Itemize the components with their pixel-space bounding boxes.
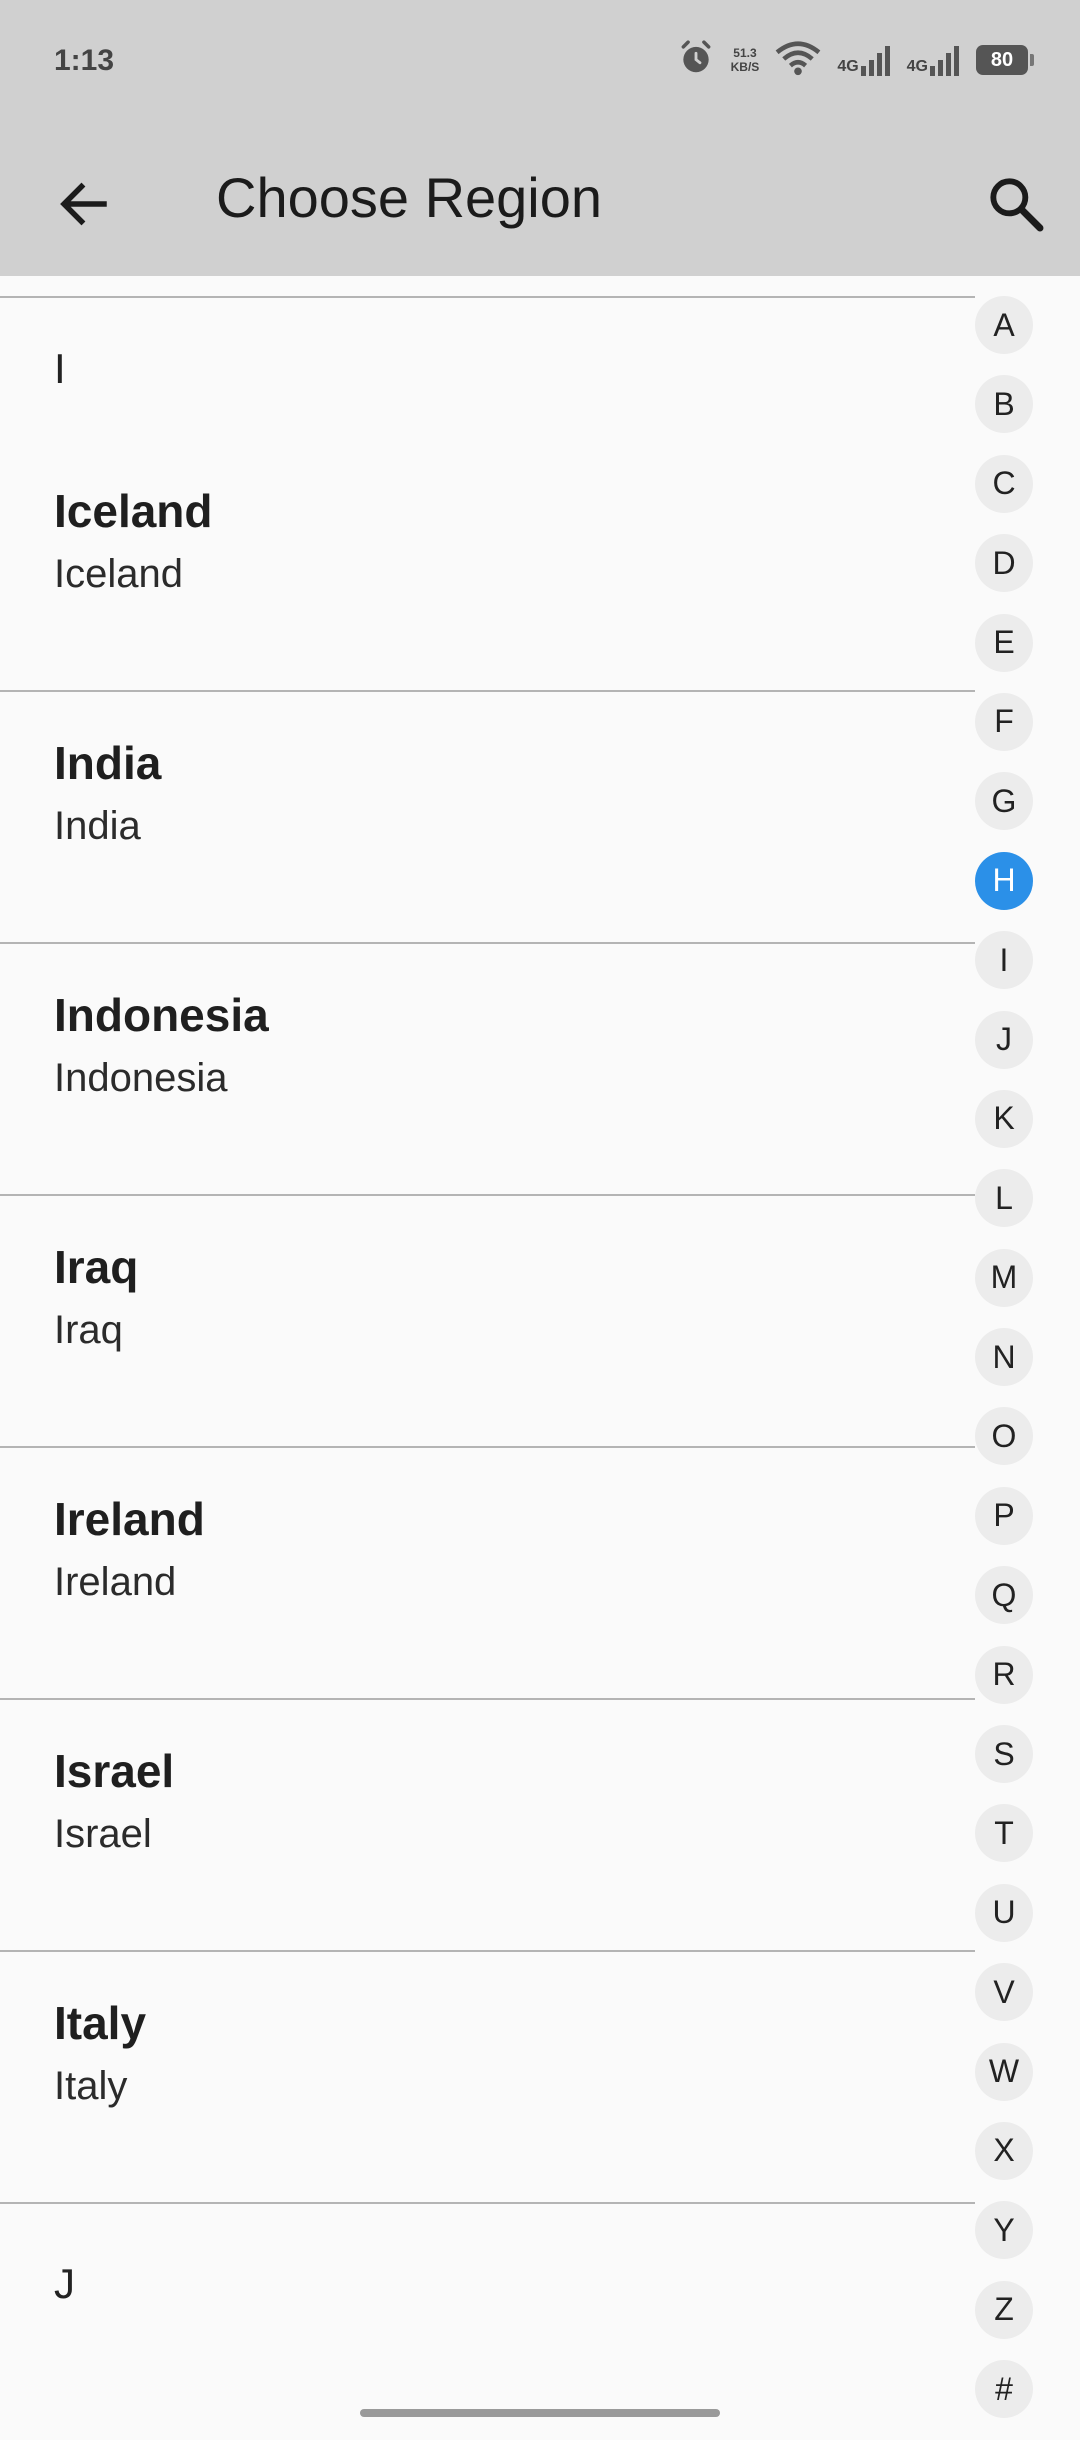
index-letter-u[interactable]: U: [975, 1883, 1033, 1942]
wifi-icon: [775, 39, 821, 82]
page-title: Choose Region: [216, 166, 603, 229]
alarm-icon: [677, 39, 715, 82]
index-letter-p[interactable]: P: [975, 1486, 1033, 1545]
section-header-j: J: [54, 2260, 75, 2307]
index-letter-b[interactable]: B: [975, 375, 1033, 434]
index-letter-l[interactable]: L: [975, 1169, 1033, 1228]
index-letter-j[interactable]: J: [975, 1010, 1033, 1069]
net-speed: 51.3 KB/S: [731, 46, 760, 74]
region-native-name: Indonesia: [54, 1056, 228, 1100]
sim2-label: 4G: [906, 58, 928, 75]
battery-level: 80: [990, 48, 1014, 71]
region-name: Iraq: [54, 1241, 139, 1293]
battery-icon: 80: [976, 45, 1034, 75]
index-letter-g[interactable]: G: [975, 772, 1033, 831]
alphabet-index[interactable]: A B C D E F G H I J K L M N O P Q R S T …: [975, 296, 1033, 2440]
signal-sim1: 4G: [837, 44, 890, 76]
index-letter-n[interactable]: N: [975, 1328, 1033, 1387]
net-speed-value: 51.3: [733, 46, 757, 60]
index-letter-k[interactable]: K: [975, 1089, 1033, 1148]
search-button[interactable]: [972, 160, 1060, 248]
list-item[interactable]: Italy Italy: [0, 1952, 975, 2202]
region-native-name: Italy: [54, 2064, 128, 2108]
index-letter-r[interactable]: R: [975, 1645, 1033, 1704]
region-native-name: India: [54, 804, 141, 848]
region-name: Indonesia: [54, 989, 269, 1041]
region-name: Iceland: [54, 485, 213, 537]
index-letter-t[interactable]: T: [975, 1804, 1033, 1863]
list-item[interactable]: Iraq Iraq: [0, 1196, 975, 1446]
home-indicator[interactable]: [360, 2409, 720, 2417]
section-header-i: I: [54, 345, 66, 392]
region-name: Italy: [54, 1997, 147, 2049]
signal-icon: [860, 46, 890, 76]
index-letter-o[interactable]: O: [975, 1407, 1033, 1466]
region-name: Ireland: [54, 1493, 205, 1545]
index-letter-x[interactable]: X: [975, 2121, 1033, 2180]
list-item[interactable]: Israel Israel: [0, 1700, 975, 1950]
status-time: 1:13: [54, 44, 115, 77]
region-name: India: [54, 737, 162, 789]
signal-sim2: 4G: [907, 44, 960, 76]
index-letter-c[interactable]: C: [975, 454, 1033, 513]
region-name: Israel: [54, 1745, 175, 1797]
index-letter-m[interactable]: M: [975, 1248, 1033, 1307]
index-letter-i[interactable]: I: [975, 931, 1033, 990]
index-letter-w[interactable]: W: [975, 2042, 1033, 2101]
index-letter-y[interactable]: Y: [975, 2201, 1033, 2260]
index-letter-hash[interactable]: #: [975, 2360, 1033, 2419]
index-letter-q[interactable]: Q: [975, 1566, 1033, 1625]
sim1-label: 4G: [837, 58, 859, 75]
list-item[interactable]: Ireland Ireland: [0, 1448, 975, 1698]
list-item[interactable]: Iceland Iceland: [0, 440, 975, 690]
list-item[interactable]: Indonesia Indonesia: [0, 944, 975, 1194]
list-top-spacer: [0, 276, 975, 296]
index-letter-s[interactable]: S: [975, 1725, 1033, 1784]
search-icon: [990, 178, 1044, 232]
region-native-name: Ireland: [54, 1560, 177, 1604]
index-letter-d[interactable]: D: [975, 534, 1033, 593]
index-letter-v[interactable]: V: [975, 1963, 1033, 2022]
region-native-name: Iraq: [54, 1308, 123, 1352]
app-bar: Choose Region: [0, 120, 1080, 276]
region-list[interactable]: I Iceland Iceland India India Indonesia …: [0, 276, 975, 2436]
index-letter-a[interactable]: A: [975, 296, 1033, 354]
index-letter-z[interactable]: Z: [975, 2280, 1033, 2339]
index-letter-h[interactable]: H: [975, 851, 1033, 910]
region-native-name: Israel: [54, 1812, 152, 1856]
arrow-left-icon: [60, 182, 107, 226]
index-letter-e[interactable]: E: [975, 613, 1033, 672]
index-letter-f[interactable]: F: [975, 692, 1033, 751]
net-speed-unit: KB/S: [730, 60, 760, 74]
list-item[interactable]: India India: [0, 692, 975, 942]
signal-icon: [930, 46, 959, 76]
back-button[interactable]: [40, 160, 128, 248]
status-bar: 1:13 51.3 KB/S 4G 4G 80: [0, 0, 1080, 120]
status-icons: 51.3 KB/S 4G 4G 80: [677, 36, 1034, 84]
region-native-name: Iceland: [54, 552, 183, 596]
